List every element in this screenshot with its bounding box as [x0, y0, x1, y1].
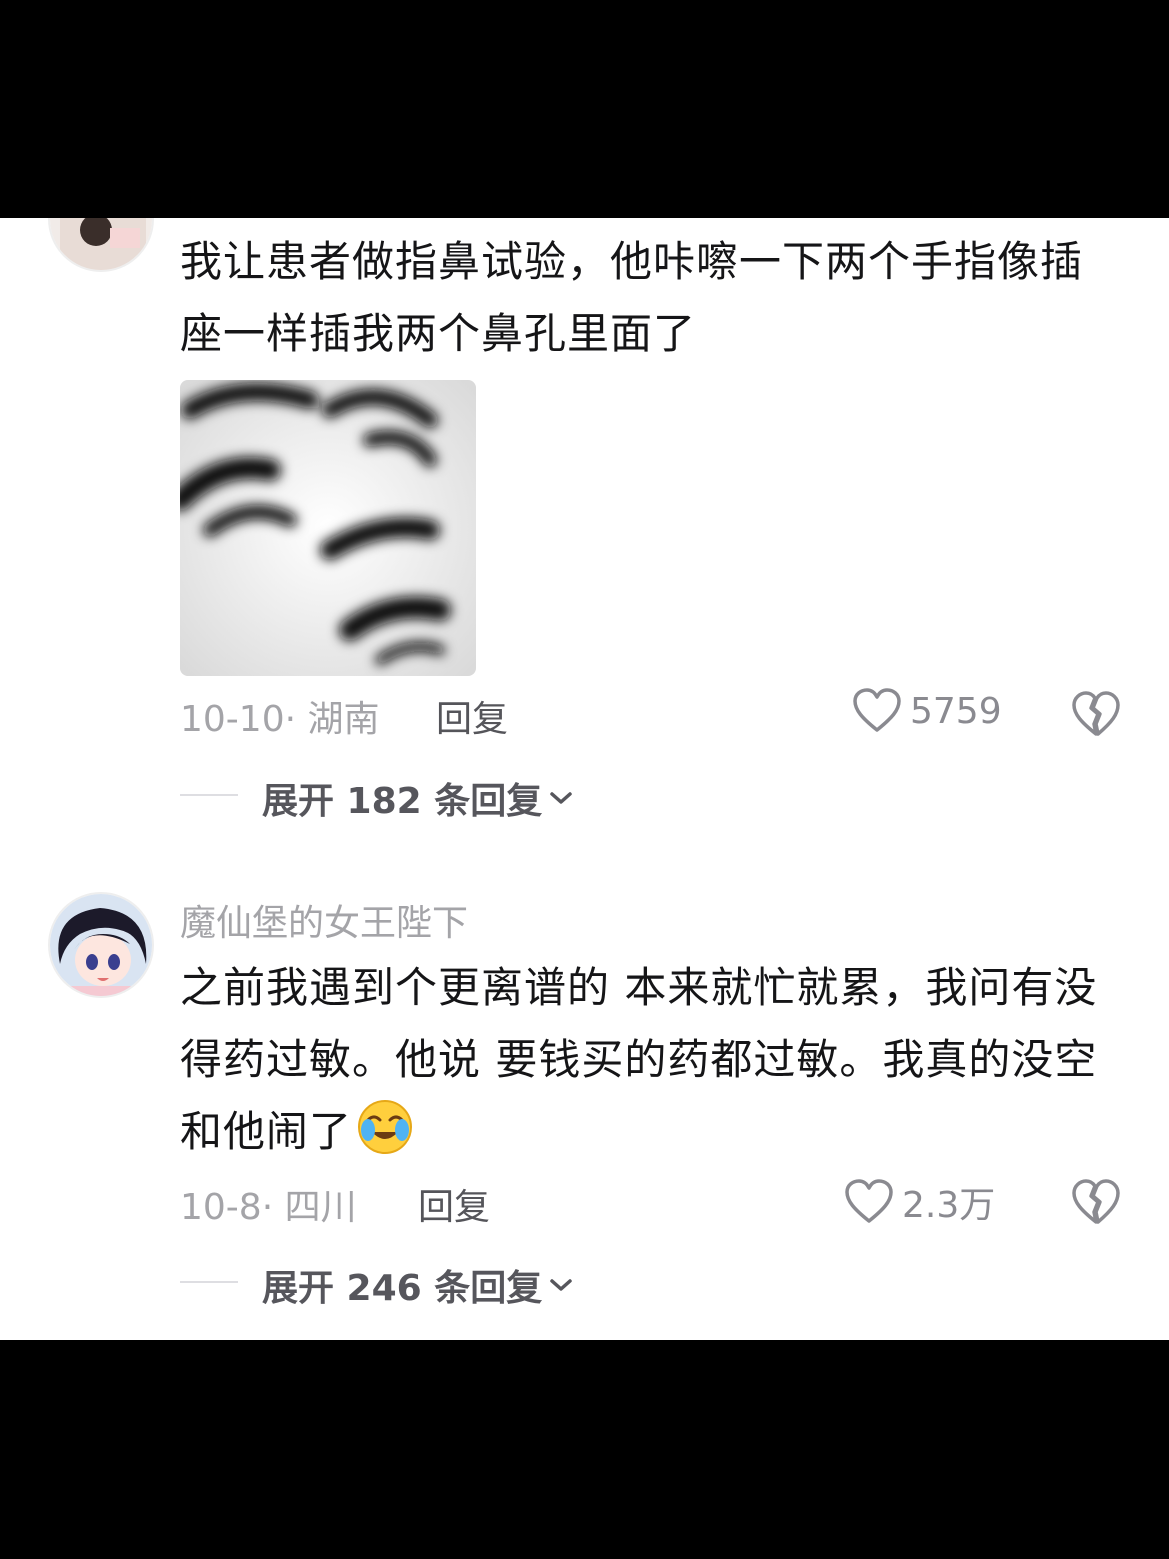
like-count: 5759 — [910, 690, 1002, 732]
comment-date-location: 10-8· 四川 — [180, 1187, 357, 1228]
expand-replies-label: 展开 182 条回复 — [262, 781, 543, 822]
expand-replies-label: 展开 246 条回复 — [262, 1268, 543, 1309]
chevron-down-icon — [550, 1279, 572, 1291]
sticker-image[interactable] — [180, 380, 476, 676]
avatar[interactable] — [48, 892, 154, 998]
crying-laughing-emoji-icon — [358, 1100, 413, 1154]
comment-text-body: 之前我遇到个更离谱的 本来就忙就累，我问有没得药过敏。他说 要钱买的药都过敏。我… — [180, 963, 1098, 1156]
username[interactable]: 魔仙堡的女王陛下 — [180, 894, 468, 946]
reply-button[interactable]: 回复 — [418, 1178, 490, 1230]
broken-heart-icon — [1072, 691, 1120, 736]
bottom-black-bar — [0, 1340, 1169, 1559]
broken-heart-icon — [1072, 1179, 1120, 1224]
chevron-down-icon — [550, 792, 572, 804]
reply-button[interactable]: 回复 — [436, 690, 508, 742]
like-count: 2.3万 — [902, 1185, 996, 1226]
top-black-bar — [0, 0, 1169, 218]
like-button[interactable]: 2.3万 — [844, 1176, 995, 1228]
heart-outline-icon — [853, 688, 901, 732]
expand-replies-button[interactable]: 展开 182 条回复 — [262, 772, 574, 824]
dislike-button[interactable] — [1072, 1178, 1120, 1226]
dislike-button[interactable] — [1072, 690, 1120, 738]
divider — [180, 794, 238, 796]
heart-outline-icon — [845, 1179, 893, 1223]
like-button[interactable]: 5759 — [852, 688, 1002, 734]
comment-text: 我让患者做指鼻试验，他咔嚓一下两个手指像插座一样插我两个鼻孔里面了 — [180, 237, 1084, 358]
comment-list: 我让患者做指鼻试验，他咔嚓一下两个手指像插座一样插我两个鼻孔里面了 10-10·… — [0, 218, 1169, 1340]
comment-date-location: 10-10· 湖南 — [180, 699, 380, 740]
divider — [180, 1281, 238, 1283]
expand-replies-button[interactable]: 展开 246 条回复 — [262, 1259, 574, 1311]
avatar[interactable] — [48, 218, 154, 272]
comment-text: 之前我遇到个更离谱的 本来就忙就累，我问有没得药过敏。他说 要钱买的药都过敏。我… — [180, 952, 1120, 1168]
